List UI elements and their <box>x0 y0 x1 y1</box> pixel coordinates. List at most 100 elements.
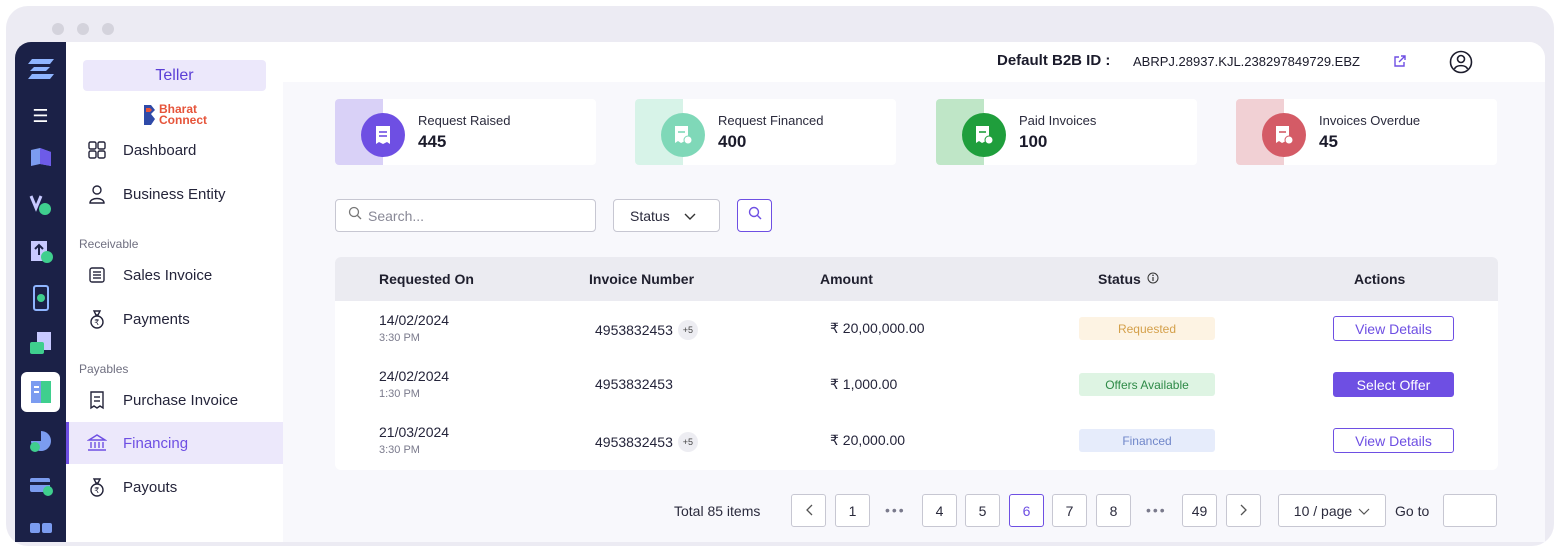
validation-icon[interactable] <box>15 192 66 216</box>
status-dropdown[interactable]: Status <box>613 199 720 232</box>
app-logo-icon[interactable] <box>15 56 66 82</box>
view-details-button[interactable]: View Details <box>1333 428 1454 453</box>
goto-page-input[interactable] <box>1443 494 1497 527</box>
pagination-page[interactable]: 4 <box>922 494 957 527</box>
user-icon <box>87 184 107 204</box>
sidebar-item-payouts[interactable]: ₹ Payouts <box>66 466 283 508</box>
sidebar-item-label: Business Entity <box>123 185 226 203</box>
pagination-page[interactable]: 1 <box>835 494 870 527</box>
folder-icon[interactable] <box>15 146 66 168</box>
receipt-stack-icon[interactable] <box>15 330 66 356</box>
svg-text:₹: ₹ <box>94 486 99 495</box>
row-amount: ₹ 20,00,000.00 <box>830 320 925 336</box>
stat-label: Paid Invoices <box>1019 113 1097 128</box>
row-date: 24/02/2024 <box>379 368 450 384</box>
stat-card-request-raised[interactable]: Request Raised 445 <box>335 99 596 165</box>
search-icon <box>748 206 762 225</box>
sidebar: Teller Bharat Connect Dashboard Business… <box>66 42 283 542</box>
invoice-number: 4953832453 <box>595 434 673 450</box>
select-offer-button[interactable]: Select Offer <box>1333 372 1454 397</box>
sidebar-item-financing[interactable]: Financing <box>66 422 283 464</box>
search-button[interactable] <box>737 199 772 232</box>
hamburger-menu-icon[interactable]: ☰ <box>15 106 66 127</box>
bharat-connect-mark-icon <box>144 105 155 125</box>
teller-button[interactable]: Teller <box>83 60 266 91</box>
status-badge: Financed <box>1079 429 1215 452</box>
row-time: 3:30 PM <box>379 332 420 344</box>
table-header: Requested On Invoice Number Amount Statu… <box>335 257 1498 301</box>
sidebar-item-payments[interactable]: ₹ Payments <box>66 298 283 340</box>
col-requested-on: Requested On <box>379 271 474 287</box>
col-invoice-number: Invoice Number <box>589 271 695 287</box>
pagination-page[interactable]: 5 <box>965 494 1000 527</box>
app-window: ☰ Teller Bharat Connect Dashboard Busine… <box>15 42 1545 542</box>
invoice-paid-icon <box>962 113 1006 157</box>
mobile-payment-icon[interactable] <box>15 284 66 312</box>
row-invoice: 4953832453 +5 <box>595 320 698 340</box>
row-invoice: 4953832453 +5 <box>595 432 698 452</box>
more-invoices-badge[interactable]: +5 <box>677 432 698 452</box>
page-size-select[interactable]: 10 / page <box>1278 494 1386 527</box>
stat-value: 100 <box>1019 132 1048 151</box>
chevron-left-icon <box>805 503 813 519</box>
pagination-ellipsis[interactable]: ••• <box>885 502 906 518</box>
stat-label: Invoices Overdue <box>1319 113 1421 128</box>
status-badge: Requested <box>1079 317 1215 340</box>
sidebar-item-dashboard[interactable]: Dashboard <box>66 129 283 171</box>
stat-card-paid-invoices[interactable]: Paid Invoices 100 <box>936 99 1197 165</box>
window-dot-minimize[interactable] <box>77 23 89 35</box>
sidebar-item-sales-invoice[interactable]: Sales Invoice <box>66 254 283 296</box>
pagination-page-current[interactable]: 6 <box>1009 494 1044 527</box>
window-dot-maximize[interactable] <box>102 23 114 35</box>
window-dot-close[interactable] <box>52 23 64 35</box>
row-date: 21/03/2024 <box>379 424 450 440</box>
search-input[interactable] <box>368 207 588 224</box>
money-bag-icon: ₹ <box>87 309 107 329</box>
apps-icon[interactable] <box>15 520 66 542</box>
pagination-next-button[interactable] <box>1226 494 1261 527</box>
pagination-prev-button[interactable] <box>791 494 826 527</box>
invoice-number: 4953832453 <box>595 322 673 338</box>
brand-bottom-text: Connect <box>159 113 207 127</box>
table-row: 24/02/2024 1:30 PM 4953832453 ₹ 1,000.00… <box>335 357 1498 413</box>
col-amount: Amount <box>820 271 873 287</box>
invoice-book-icon[interactable] <box>15 378 66 406</box>
upload-payment-icon[interactable] <box>15 238 66 264</box>
search-icon <box>348 206 362 225</box>
sidebar-item-label: Payments <box>123 310 190 328</box>
chevron-down-icon <box>684 208 696 224</box>
search-box[interactable] <box>335 199 596 232</box>
page-size-label: 10 / page <box>1293 502 1353 519</box>
stat-value: 445 <box>418 132 447 151</box>
bank-icon <box>87 433 107 453</box>
sidebar-item-purchase-invoice[interactable]: Purchase Invoice <box>66 379 283 421</box>
sidebar-item-business-entity[interactable]: Business Entity <box>66 173 283 215</box>
top-header: Default B2B ID : ABRPJ.28937.KJL.2382978… <box>283 42 1545 82</box>
pagination-total: Total 85 items <box>674 503 761 519</box>
pagination-page[interactable]: 49 <box>1182 494 1217 527</box>
user-profile-icon[interactable] <box>1449 50 1473 79</box>
sidebar-item-label: Sales Invoice <box>123 266 213 284</box>
pie-chart-icon[interactable] <box>15 428 66 454</box>
chevron-right-icon <box>1240 503 1248 519</box>
pagination-page[interactable]: 7 <box>1052 494 1087 527</box>
b2b-id-value: ABRPJ.28937.KJL.238297849729.EBZ <box>1133 54 1360 69</box>
pagination-ellipsis[interactable]: ••• <box>1146 502 1167 518</box>
b2b-id-label: Default B2B ID : <box>997 52 1111 69</box>
more-invoices-badge[interactable]: +5 <box>677 320 698 340</box>
info-icon[interactable] <box>1147 271 1159 287</box>
external-link-icon[interactable] <box>1393 54 1407 73</box>
sidebar-item-label: Purchase Invoice <box>123 391 239 409</box>
stat-card-request-financed[interactable]: Request Financed 400 <box>635 99 896 165</box>
pagination-page[interactable]: 8 <box>1096 494 1131 527</box>
view-details-button[interactable]: View Details <box>1333 316 1454 341</box>
table-row: 21/03/2024 3:30 PM 4953832453 +5 ₹ 20,00… <box>335 413 1498 469</box>
card-icon[interactable] <box>15 474 66 498</box>
row-date: 14/02/2024 <box>379 312 450 328</box>
row-amount: ₹ 1,000.00 <box>830 376 898 392</box>
row-amount: ₹ 20,000.00 <box>830 432 906 448</box>
invoice-check-icon <box>661 113 705 157</box>
chevron-down-icon <box>1358 503 1370 519</box>
stat-card-invoices-overdue[interactable]: Invoices Overdue 45 <box>1236 99 1497 165</box>
row-time: 3:30 PM <box>379 444 420 456</box>
